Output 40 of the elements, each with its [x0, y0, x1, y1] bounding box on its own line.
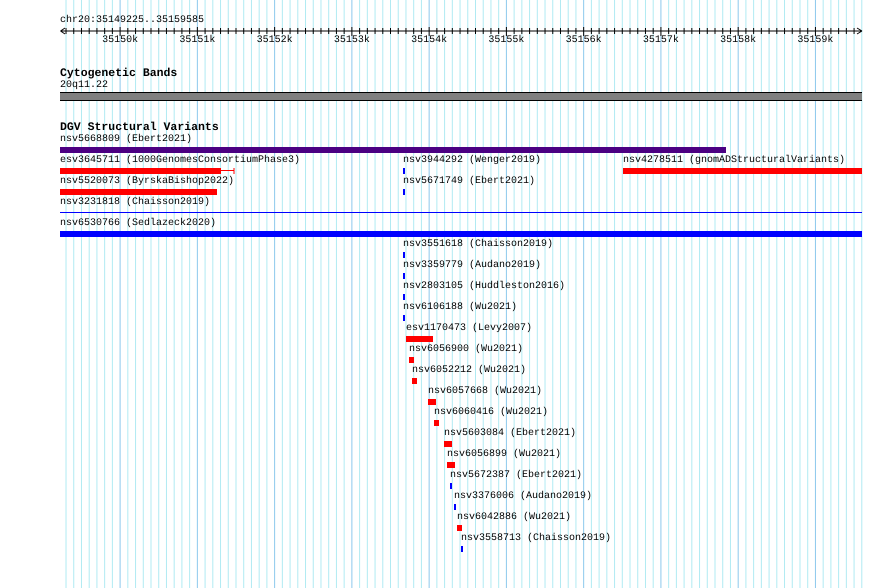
ruler-tick-label: 35151k: [179, 35, 216, 47]
ruler-tick-label: 35157k: [642, 35, 679, 47]
feature-label[interactable]: esv3645711 (1000GenomesConsortiumPhase3): [60, 155, 300, 167]
feature-label[interactable]: nsv5520073 (ByrskaBishop2022): [60, 176, 234, 188]
feature-label[interactable]: nsv3359779 (Audano2019): [403, 260, 542, 272]
feature-label[interactable]: nsv5603084 (Ebert2021): [444, 428, 576, 440]
feature-label[interactable]: nsv2803105 (Huddleston2016): [403, 281, 566, 293]
ruler-tick-label: 35150k: [102, 35, 138, 47]
ruler-tick-label: 35159k: [797, 35, 834, 47]
feature-label[interactable]: nsv6052212 (Wu2021): [412, 365, 526, 377]
feature-label[interactable]: nsv6056899 (Wu2021): [447, 449, 562, 461]
feature-label[interactable]: nsv3231818 (Chaisson2019): [60, 197, 210, 209]
band-bar[interactable]: [60, 92, 862, 101]
feature-label[interactable]: nsv6530766 (Sedlazeck2020): [60, 218, 216, 230]
location-label: chr20:35149225..35159585: [60, 15, 204, 27]
ruler-tick-label: 35154k: [411, 35, 448, 47]
ruler-tick-label: 35155k: [488, 35, 524, 47]
feature-label[interactable]: nsv6056900 (Wu2021): [409, 344, 524, 356]
feature-label[interactable]: nsv3944292 (Wenger2019): [403, 155, 542, 167]
ruler-tick-label: 35153k: [334, 35, 370, 47]
feature-label[interactable]: nsv3551618 (Chaisson2019): [403, 239, 554, 251]
feature-label[interactable]: nsv6060416 (Wu2021): [434, 407, 548, 419]
feature-label[interactable]: nsv4278511 (gnomADStructuralVariants): [623, 155, 846, 167]
track-title: DGV Structural Variants: [60, 121, 219, 134]
band-label: 20q11.22: [60, 80, 108, 92]
feature-line[interactable]: [60, 212, 862, 213]
feature-label[interactable]: nsv6057668 (Wu2021): [428, 386, 542, 398]
feature-label[interactable]: nsv6106188 (Wu2021): [403, 302, 518, 314]
feature-label[interactable]: nsv5672387 (Ebert2021): [450, 470, 582, 482]
feature-bar[interactable]: [60, 167, 235, 175]
feature-label[interactable]: nsv5668809 (Ebert2021): [60, 134, 192, 146]
feature-label[interactable]: nsv3376006 (Audano2019): [454, 491, 592, 503]
ruler-tick-label: 35152k: [256, 35, 293, 47]
feature-label[interactable]: nsv5671749 (Ebert2021): [403, 176, 536, 188]
ruler-tick-label: 35156k: [566, 35, 602, 47]
feature-label[interactable]: nsv6042886 (Wu2021): [457, 512, 572, 524]
track-title: Cytogenetic Bands: [60, 67, 178, 80]
feature-label[interactable]: nsv3558713 (Chaisson2019): [461, 533, 612, 545]
feature-label[interactable]: esv1170473 (Levy2007): [406, 323, 532, 335]
ruler-tick-label: 35158k: [720, 35, 756, 47]
